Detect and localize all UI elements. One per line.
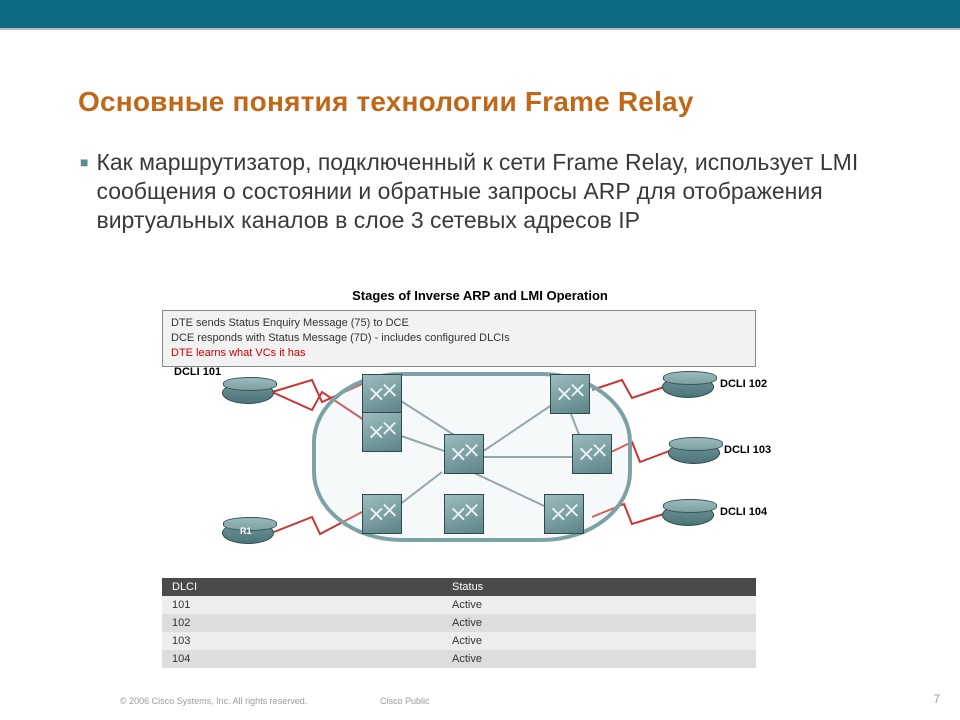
router-icon bbox=[222, 382, 274, 404]
label-dlci103: DCLI 103 bbox=[724, 444, 771, 456]
switch-icon bbox=[362, 412, 402, 452]
label-dlci102: DCLI 102 bbox=[720, 378, 767, 390]
status-table: DLCI Status 101 Active 102 Active 103 Ac… bbox=[162, 578, 756, 668]
cell: Active bbox=[442, 596, 756, 614]
network-diagram: DCLI 101 R1 DCLI 102 DCLI 103 DCLI 104 bbox=[162, 362, 756, 576]
table-row: 103 Active bbox=[162, 632, 756, 650]
slide: Основные понятия технологии Frame Relay … bbox=[0, 0, 960, 720]
slide-title: Основные понятия технологии Frame Relay bbox=[78, 86, 898, 118]
cell: Active bbox=[442, 632, 756, 650]
table-row: 104 Active bbox=[162, 650, 756, 668]
th-status: Status bbox=[442, 578, 756, 596]
info-line-2: DCE responds with Status Message (7D) - … bbox=[171, 331, 747, 346]
cell: 102 bbox=[162, 614, 442, 632]
label-r1: R1 bbox=[240, 526, 252, 536]
table-row: 102 Active bbox=[162, 614, 756, 632]
cell: Active bbox=[442, 650, 756, 668]
cell: 101 bbox=[162, 596, 442, 614]
router-icon bbox=[662, 376, 714, 398]
footer-page-number: 7 bbox=[933, 692, 940, 706]
top-accent bbox=[0, 28, 960, 30]
diagram-title: Stages of Inverse ARP and LMI Operation bbox=[0, 288, 960, 303]
bullet: ■ Как маршрутизатор, подключенный к сети… bbox=[80, 148, 890, 234]
switch-icon bbox=[544, 494, 584, 534]
info-box: DTE sends Status Enquiry Message (75) to… bbox=[162, 310, 756, 367]
bullet-icon: ■ bbox=[80, 154, 88, 234]
cell: 104 bbox=[162, 650, 442, 668]
switch-icon bbox=[550, 374, 590, 414]
switch-icon bbox=[362, 494, 402, 534]
cell: Active bbox=[442, 614, 756, 632]
th-dlci: DLCI bbox=[162, 578, 442, 596]
table-head-row: DLCI Status bbox=[162, 578, 756, 596]
switch-icon bbox=[572, 434, 612, 474]
label-dlci104: DCLI 104 bbox=[720, 506, 767, 518]
cell: 103 bbox=[162, 632, 442, 650]
label-dlci101: DCLI 101 bbox=[174, 366, 221, 378]
table-row: 101 Active bbox=[162, 596, 756, 614]
switch-icon bbox=[444, 434, 484, 474]
info-line-3: DTE learns what VCs it has bbox=[171, 346, 747, 361]
footer-copyright: © 2006 Cisco Systems, Inc. All rights re… bbox=[120, 696, 307, 706]
top-bar bbox=[0, 0, 960, 28]
footer-public: Cisco Public bbox=[380, 696, 430, 706]
router-icon bbox=[668, 442, 720, 464]
switch-icon bbox=[362, 374, 402, 414]
router-icon bbox=[662, 504, 714, 526]
info-line-1: DTE sends Status Enquiry Message (75) to… bbox=[171, 316, 747, 331]
switch-icon bbox=[444, 494, 484, 534]
bullet-text: Как маршрутизатор, подключенный к сети F… bbox=[96, 148, 890, 234]
